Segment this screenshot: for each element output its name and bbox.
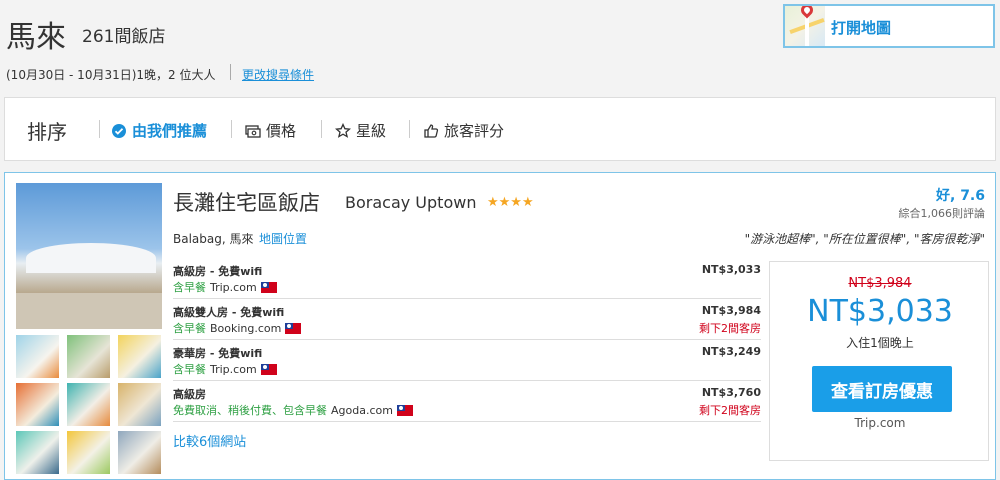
divider	[231, 120, 232, 138]
hotel-thumbnail[interactable]	[118, 335, 161, 378]
room-offer-row[interactable]: 高級房 免費取消、稍後付費、包含早餐 Agoda.com NT$3,760 剩下2…	[173, 382, 761, 422]
hotel-name[interactable]: 長灘住宅區飯店	[173, 187, 320, 217]
hotel-name-en[interactable]: Boracay Uptown	[345, 193, 476, 212]
hotel-thumbnail[interactable]	[67, 431, 110, 474]
hotel-count: 261間飯店	[82, 27, 166, 47]
room-perks: 含早餐	[173, 281, 206, 294]
view-deal-button[interactable]: 查看訂房優惠	[812, 366, 952, 412]
room-perks: 含早餐	[173, 363, 206, 376]
flag-icon	[396, 404, 413, 416]
review-count: 綜合1,066則評論	[898, 207, 986, 220]
map-pin-icon	[798, 6, 816, 19]
change-search-link[interactable]: 更改搜尋條件	[242, 66, 314, 83]
sort-guest-rating-label: 旅客評分	[444, 122, 505, 140]
open-map-label: 打開地圖	[831, 19, 892, 37]
sort-stars-label: 星級	[356, 122, 387, 140]
divider	[99, 120, 100, 138]
star-icon	[335, 122, 351, 138]
flag-icon	[285, 322, 302, 334]
compare-sites-link[interactable]: 比較6個網站	[173, 431, 246, 450]
room-provider: Trip.com	[210, 362, 257, 376]
room-price: NT$3,033	[701, 263, 761, 276]
room-price: NT$3,760	[701, 386, 761, 399]
sort-price-label: 價格	[266, 122, 297, 140]
deal-price: NT$3,033	[807, 294, 953, 329]
rooms-left: 剩下2間客房	[699, 404, 761, 417]
hotel-thumbnail[interactable]	[16, 383, 59, 426]
room-title: 高級房 - 免費wifi	[173, 265, 263, 278]
room-perks: 含早餐	[173, 322, 206, 335]
room-provider: Booking.com	[210, 321, 282, 335]
room-offer-row[interactable]: 高級房 - 免費wifi 含早餐 Trip.com NT$3,033	[173, 259, 761, 299]
stay-length: 入住1個晚上	[846, 336, 914, 350]
hotel-location: Balabag, 馬來	[173, 232, 254, 246]
divider	[321, 120, 322, 138]
room-title: 豪華房 - 免費wifi	[173, 347, 263, 360]
hotel-main-photo[interactable]	[16, 183, 162, 329]
check-circle-icon	[112, 123, 126, 138]
sort-stars[interactable]: 星級	[335, 120, 386, 141]
hotel-thumbnail[interactable]	[118, 383, 161, 426]
sort-bar: 排序 由我們推薦 價格 星級 旅客評分	[4, 97, 996, 161]
destination-title: 馬來	[6, 20, 66, 55]
dates-guests: (10月30日 - 10月31日)1晚，2 位大人	[6, 68, 216, 82]
sort-recommended[interactable]: 由我們推薦	[111, 120, 207, 141]
room-provider: Trip.com	[210, 280, 257, 294]
sort-price[interactable]: 價格	[245, 120, 296, 141]
sort-recommended-label: 由我們推薦	[132, 122, 208, 140]
hotel-thumbnail[interactable]	[118, 431, 161, 474]
room-offer-row[interactable]: 豪華房 - 免費wifi 含早餐 Trip.com NT$3,249	[173, 341, 761, 381]
deal-provider: Trip.com	[854, 416, 906, 430]
room-title: 高級雙人房 - 免費wifi	[173, 306, 285, 319]
search-header: 馬來 261間飯店 (10月30日 - 10月31日)1晚，2 位大人 更改搜尋…	[0, 0, 1000, 96]
sort-label: 排序	[27, 120, 67, 144]
room-perks: 免費取消、稍後付費、包含早餐	[173, 404, 327, 417]
room-provider: Agoda.com	[331, 403, 393, 417]
room-offer-row[interactable]: 高級雙人房 - 免費wifi 含早餐 Booking.com NT$3,984 剩…	[173, 300, 761, 340]
banknote-icon	[245, 124, 261, 138]
deal-box: NT$3,984 NT$3,033 入住1個晚上 查看訂房優惠 Trip.com	[769, 261, 989, 461]
map-thumbnail	[785, 6, 825, 46]
thumbs-up-icon	[424, 123, 439, 138]
divider	[230, 64, 231, 80]
review-highlights: "游泳池超棒", "所在位置很棒", "客房很乾淨"	[744, 232, 985, 246]
divider	[409, 120, 410, 138]
flag-icon	[260, 363, 277, 375]
hotel-thumbnail[interactable]	[16, 431, 59, 474]
hotel-thumbnail[interactable]	[16, 335, 59, 378]
hotel-thumbnail[interactable]	[67, 383, 110, 426]
hotel-thumbnail[interactable]	[67, 335, 110, 378]
room-title: 高級房	[173, 388, 206, 401]
room-price: NT$3,249	[701, 345, 761, 358]
original-price: NT$3,984	[848, 276, 912, 291]
star-rating: ★★★★	[487, 195, 534, 210]
open-map-button[interactable]: 打開地圖	[783, 4, 995, 48]
sort-guest-rating[interactable]: 旅客評分	[423, 120, 504, 141]
room-price: NT$3,984	[701, 304, 761, 317]
flag-icon	[260, 281, 277, 293]
rooms-left: 剩下2間客房	[699, 322, 761, 335]
hotel-card: 長灘住宅區飯店 Boracay Uptown ★★★★ 好, 7.6 綜合1,0…	[4, 172, 996, 480]
map-location-link[interactable]: 地圖位置	[259, 230, 307, 247]
guest-rating: 好, 7.6	[936, 188, 985, 204]
